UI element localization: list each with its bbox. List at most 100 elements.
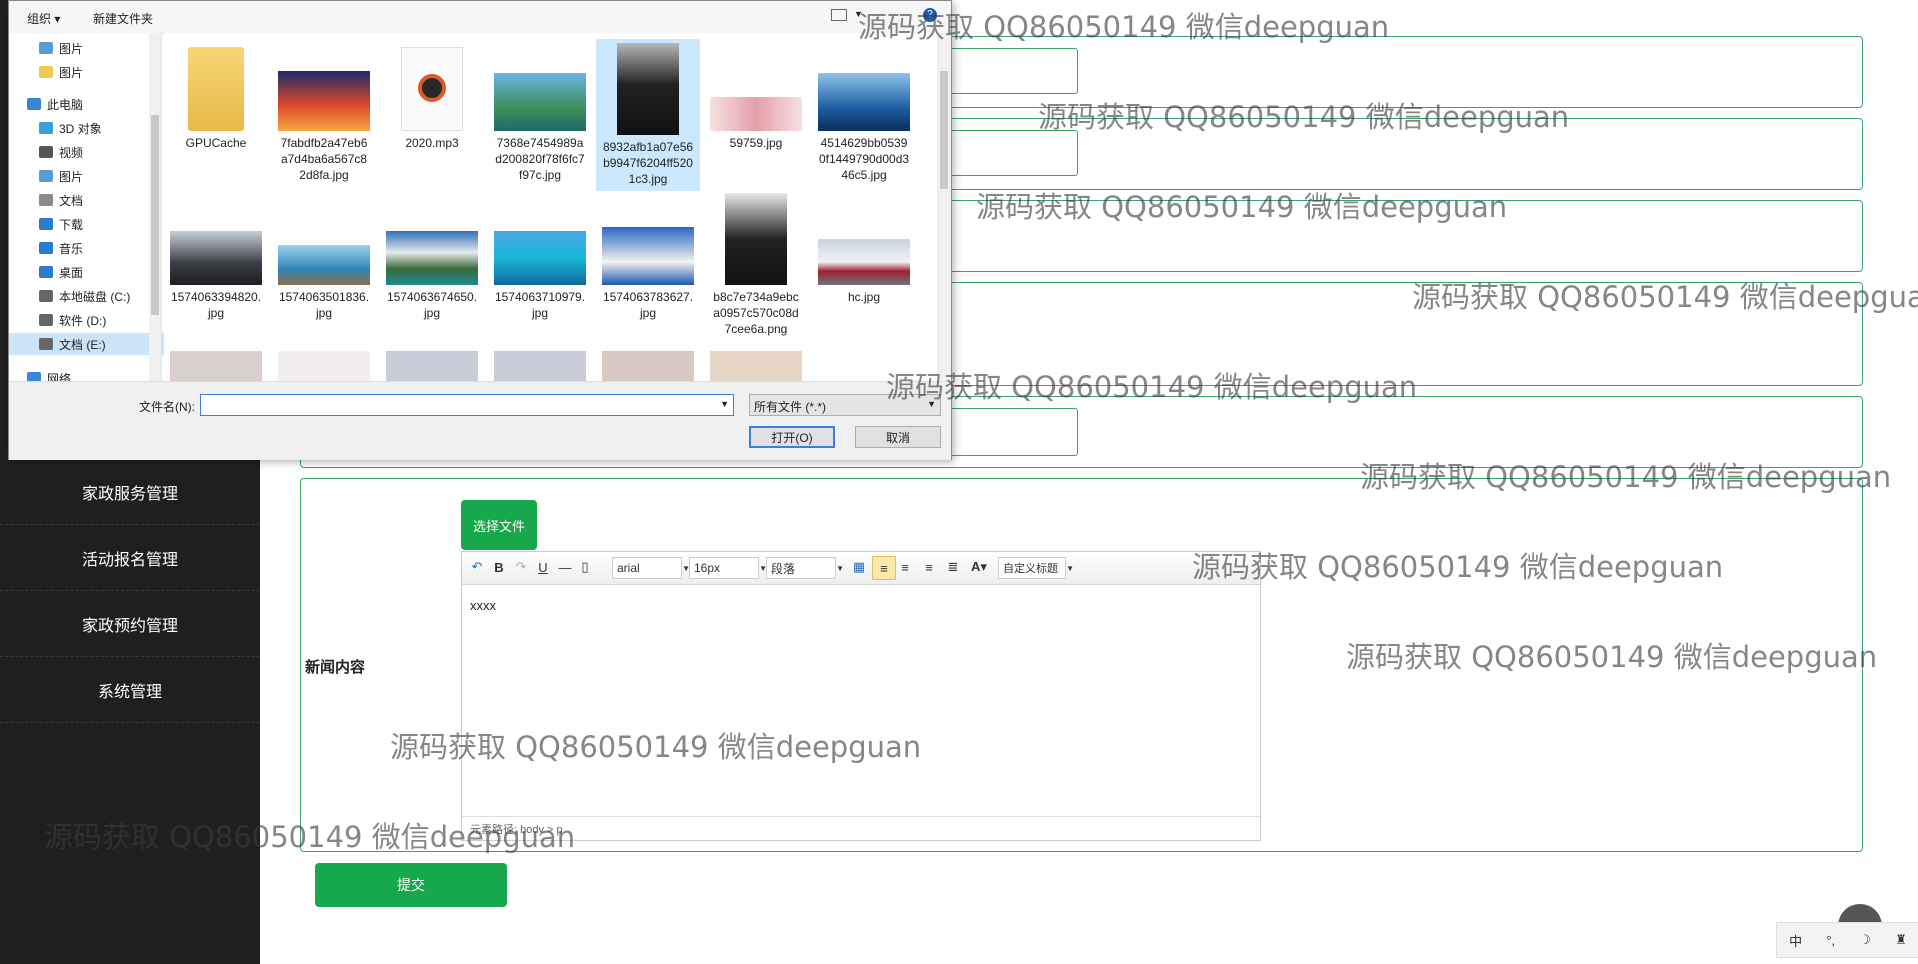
paragraph-select[interactable]: 段落 ▼ bbox=[766, 557, 844, 579]
folder-icon bbox=[188, 47, 244, 131]
underline-icon[interactable]: U bbox=[534, 556, 552, 578]
redo-icon[interactable]: ↷ bbox=[512, 556, 530, 578]
sidebar-item-housekeeping-service[interactable]: 家政服务管理 bbox=[0, 460, 260, 525]
new-folder-button[interactable]: 新建文件夹 bbox=[93, 10, 153, 27]
align-justify-icon[interactable]: ≣ bbox=[944, 556, 962, 578]
font-family-select[interactable]: arial ▼ bbox=[612, 557, 690, 579]
filename-label: 文件名(N): bbox=[139, 400, 195, 414]
file-open-dialog: 组织 ▾ 新建文件夹 ▼ ? 图片📌图片📌此电脑3D 对象视频图片文档下载音乐桌… bbox=[8, 0, 952, 460]
watermark-text: 源码获取 QQ86050149 微信deepguan bbox=[976, 190, 1508, 224]
image-thumbnail bbox=[602, 227, 694, 285]
file-name: 4514629bb05390f1449790d00d346c5.jpg bbox=[818, 136, 910, 182]
file-item[interactable]: 59759.jpg bbox=[704, 39, 808, 151]
font-family-value: arial bbox=[617, 561, 640, 575]
file-item[interactable]: 8932afb1a07e56b9947f6204ff5201c3.jpg bbox=[596, 39, 700, 191]
folder-icon bbox=[39, 66, 53, 78]
align-left-icon[interactable]: ≡ bbox=[872, 556, 896, 580]
sidebar-item-system[interactable]: 系统管理 bbox=[0, 658, 260, 723]
sidebar-item-activity-signup[interactable]: 活动报名管理 bbox=[0, 526, 260, 591]
undo-icon[interactable]: ↶ bbox=[468, 556, 486, 578]
moon-icon[interactable]: ☽ bbox=[1859, 932, 1871, 948]
image-thumbnail[interactable] bbox=[602, 351, 694, 381]
dialog-toolbar: 组织 ▾ 新建文件夹 ▼ ? bbox=[9, 1, 951, 34]
folder-icon bbox=[39, 290, 53, 302]
image-thumbnail[interactable] bbox=[494, 351, 586, 381]
nav-item-label: 软件 (D:) bbox=[59, 313, 107, 328]
editor-body-text[interactable]: xxxx bbox=[470, 598, 496, 613]
chevron-down-icon[interactable]: ▼ bbox=[720, 399, 729, 409]
nav-item-label: 文档 bbox=[59, 193, 84, 208]
nav-scrollbar-thumb[interactable] bbox=[151, 115, 159, 315]
dialog-footer: 文件名(N): ▼ 所有文件 (*.*) ▼ 打开(O) 取消 bbox=[9, 381, 951, 460]
file-item[interactable]: 7fabdfb2a47eb6a7d4ba6a567c82d8fa.jpg bbox=[272, 39, 376, 183]
file-name: 8932afb1a07e56b9947f6204ff5201c3.jpg bbox=[602, 140, 694, 186]
file-item[interactable]: 1574063710979.jpg bbox=[488, 193, 592, 321]
folder-icon bbox=[39, 194, 53, 206]
ime-mode[interactable]: 中 bbox=[1789, 931, 1802, 950]
choose-file-button[interactable]: 选择文件 bbox=[461, 500, 537, 550]
document-icon[interactable]: ▯ bbox=[576, 556, 594, 578]
folder-icon bbox=[39, 218, 53, 230]
image-thumbnail[interactable] bbox=[710, 351, 802, 381]
file-item[interactable]: 7368e7454989ad200820f78f6fc7f97c.jpg bbox=[488, 39, 592, 183]
nav-item-label: 3D 对象 bbox=[59, 121, 102, 136]
file-item[interactable]: b8c7e734a9ebca0957c570c08d7cee6a.png bbox=[704, 193, 808, 337]
image-thumbnail bbox=[170, 231, 262, 285]
file-item[interactable]: hc.jpg bbox=[812, 193, 916, 305]
file-scrollbar-thumb[interactable] bbox=[940, 71, 948, 189]
align-center-icon[interactable]: ≡ bbox=[920, 556, 938, 578]
file-item[interactable]: 1574063394820.jpg bbox=[164, 193, 268, 321]
file-name: 1574063394820.jpg bbox=[170, 290, 262, 320]
image-thumbnail[interactable] bbox=[170, 351, 262, 381]
font-color-icon[interactable]: A▾ bbox=[968, 556, 990, 578]
nav-item[interactable]: 此电脑 bbox=[9, 93, 165, 115]
image-thumbnail bbox=[710, 97, 802, 131]
view-mode-icon[interactable] bbox=[831, 9, 847, 21]
file-item[interactable]: GPUCache bbox=[164, 39, 268, 151]
folder-icon bbox=[39, 42, 53, 54]
file-item[interactable]: 1574063501836.jpg bbox=[272, 193, 376, 321]
text-input-5[interactable] bbox=[940, 408, 1078, 456]
folder-icon bbox=[39, 266, 53, 278]
align-right-icon[interactable]: ≡ bbox=[896, 556, 914, 578]
filetype-value: 所有文件 (*.*) bbox=[754, 400, 827, 414]
submit-button[interactable]: 提交 bbox=[315, 863, 507, 907]
file-item[interactable]: 1574063783627.jpg bbox=[596, 193, 700, 321]
watermark-text: 源码获取 QQ86050149 微信deepguan bbox=[1360, 460, 1892, 494]
file-item[interactable]: 2020.mp3 bbox=[380, 39, 484, 151]
file-item[interactable]: 1574063674650.jpg bbox=[380, 193, 484, 321]
shirt-icon[interactable]: ♜ bbox=[1895, 932, 1907, 948]
organize-menu[interactable]: 组织 ▾ bbox=[27, 10, 60, 27]
ime-toolbar[interactable]: 中 °, ☽ ♜ bbox=[1776, 922, 1918, 958]
image-thumbnail bbox=[494, 73, 586, 131]
watermark-text: 源码获取 QQ86050149 微信deepguan bbox=[390, 730, 922, 764]
image-thumbnail bbox=[818, 239, 910, 285]
sidebar-item-appointment[interactable]: 家政预约管理 bbox=[0, 592, 260, 657]
file-grid: GPUCache 7fabdfb2a47eb6a7d4ba6a567c82d8fa… bbox=[164, 33, 936, 381]
punctuation-icon[interactable]: °, bbox=[1826, 933, 1835, 948]
file-name: GPUCache bbox=[185, 136, 247, 150]
folder-icon bbox=[39, 146, 53, 158]
image-thumbnail[interactable] bbox=[278, 351, 370, 381]
text-input-2[interactable] bbox=[940, 130, 1078, 176]
custom-title-select[interactable]: 自定义标题 ▼ bbox=[998, 557, 1074, 579]
nav-item-label: 此电脑 bbox=[47, 97, 84, 112]
cancel-button[interactable]: 取消 bbox=[855, 426, 941, 448]
text-input-1[interactable] bbox=[940, 48, 1078, 94]
watermark-text: 源码获取 QQ86050149 微信deepguan bbox=[1038, 100, 1570, 134]
editor-element-path: 元素路径: body > p bbox=[462, 816, 1260, 840]
file-scrollbar[interactable] bbox=[937, 33, 951, 381]
bold-icon[interactable]: B bbox=[490, 556, 508, 578]
table-icon[interactable]: ▦ bbox=[850, 556, 868, 578]
horizontal-rule-icon[interactable]: — bbox=[556, 556, 574, 578]
image-thumbnail[interactable] bbox=[386, 351, 478, 381]
nav-scrollbar[interactable] bbox=[149, 33, 161, 381]
open-button[interactable]: 打开(O) bbox=[749, 426, 835, 448]
font-size-select[interactable]: 16px ▼ bbox=[689, 557, 767, 579]
nav-item-label: 图片 bbox=[59, 169, 84, 184]
nav-item-label: 文档 (E:) bbox=[59, 337, 106, 352]
filename-input[interactable]: ▼ bbox=[200, 394, 734, 416]
file-item[interactable]: 4514629bb05390f1449790d00d346c5.jpg bbox=[812, 39, 916, 183]
nav-item-label: 视频 bbox=[59, 145, 84, 160]
file-name: hc.jpg bbox=[847, 290, 881, 304]
